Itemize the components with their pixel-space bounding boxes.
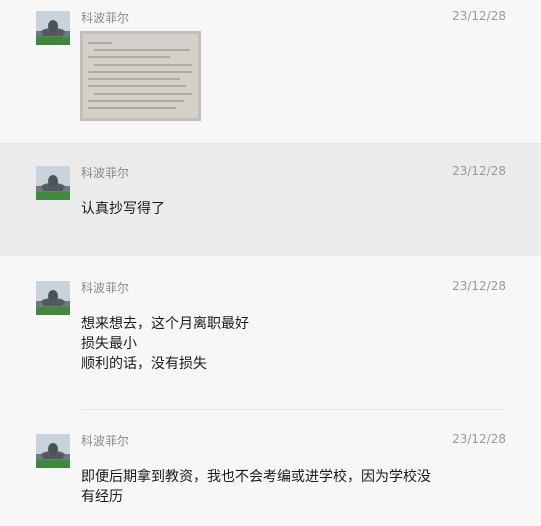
message-date: 23/12/28 (452, 432, 506, 446)
avatar[interactable] (36, 166, 70, 200)
author-name[interactable]: 科波菲尔 (81, 9, 129, 26)
avatar[interactable] (36, 281, 70, 315)
attachment-thumbnail[interactable] (80, 31, 201, 121)
author-name[interactable]: 科波菲尔 (81, 279, 129, 296)
message-item[interactable]: 科波菲尔 23/12/28 (0, 0, 541, 140)
message-line: 即便后期拿到教资，我也不会考编或进学校，因为学校没 (81, 469, 431, 485)
message-line: 有经历 (81, 489, 123, 505)
author-name[interactable]: 科波菲尔 (81, 164, 129, 181)
message-date: 23/12/28 (452, 164, 506, 178)
author-name[interactable]: 科波菲尔 (81, 432, 129, 449)
message-date: 23/12/28 (452, 279, 506, 293)
message-line: 损失最小 (81, 336, 137, 352)
message-item[interactable]: 科波菲尔 23/12/28 即便后期拿到教资，我也不会考编或进学校，因为学校没 … (0, 410, 541, 526)
message-text: 认真抄写得了 (81, 199, 165, 219)
message-date: 23/12/28 (452, 9, 506, 23)
message-text: 想来想去，这个月离职最好 损失最小 顺利的话，没有损失 (81, 314, 249, 374)
message-line: 认真抄写得了 (81, 201, 165, 217)
message-item[interactable]: 科波菲尔 23/12/28 认真抄写得了 (0, 143, 541, 256)
message-item[interactable]: 科波菲尔 23/12/28 想来想去，这个月离职最好 损失最小 顺利的话，没有损… (0, 256, 541, 410)
message-text: 即便后期拿到教资，我也不会考编或进学校，因为学校没 有经历 (81, 467, 431, 507)
message-feed: 科波菲尔 23/12/28 科波菲尔 23/12/28 认真抄写得了 科波菲尔 … (0, 0, 541, 526)
message-line: 想来想去，这个月离职最好 (81, 316, 249, 332)
avatar[interactable] (36, 434, 70, 468)
avatar[interactable] (36, 11, 70, 45)
message-line: 顺利的话，没有损失 (81, 356, 207, 372)
